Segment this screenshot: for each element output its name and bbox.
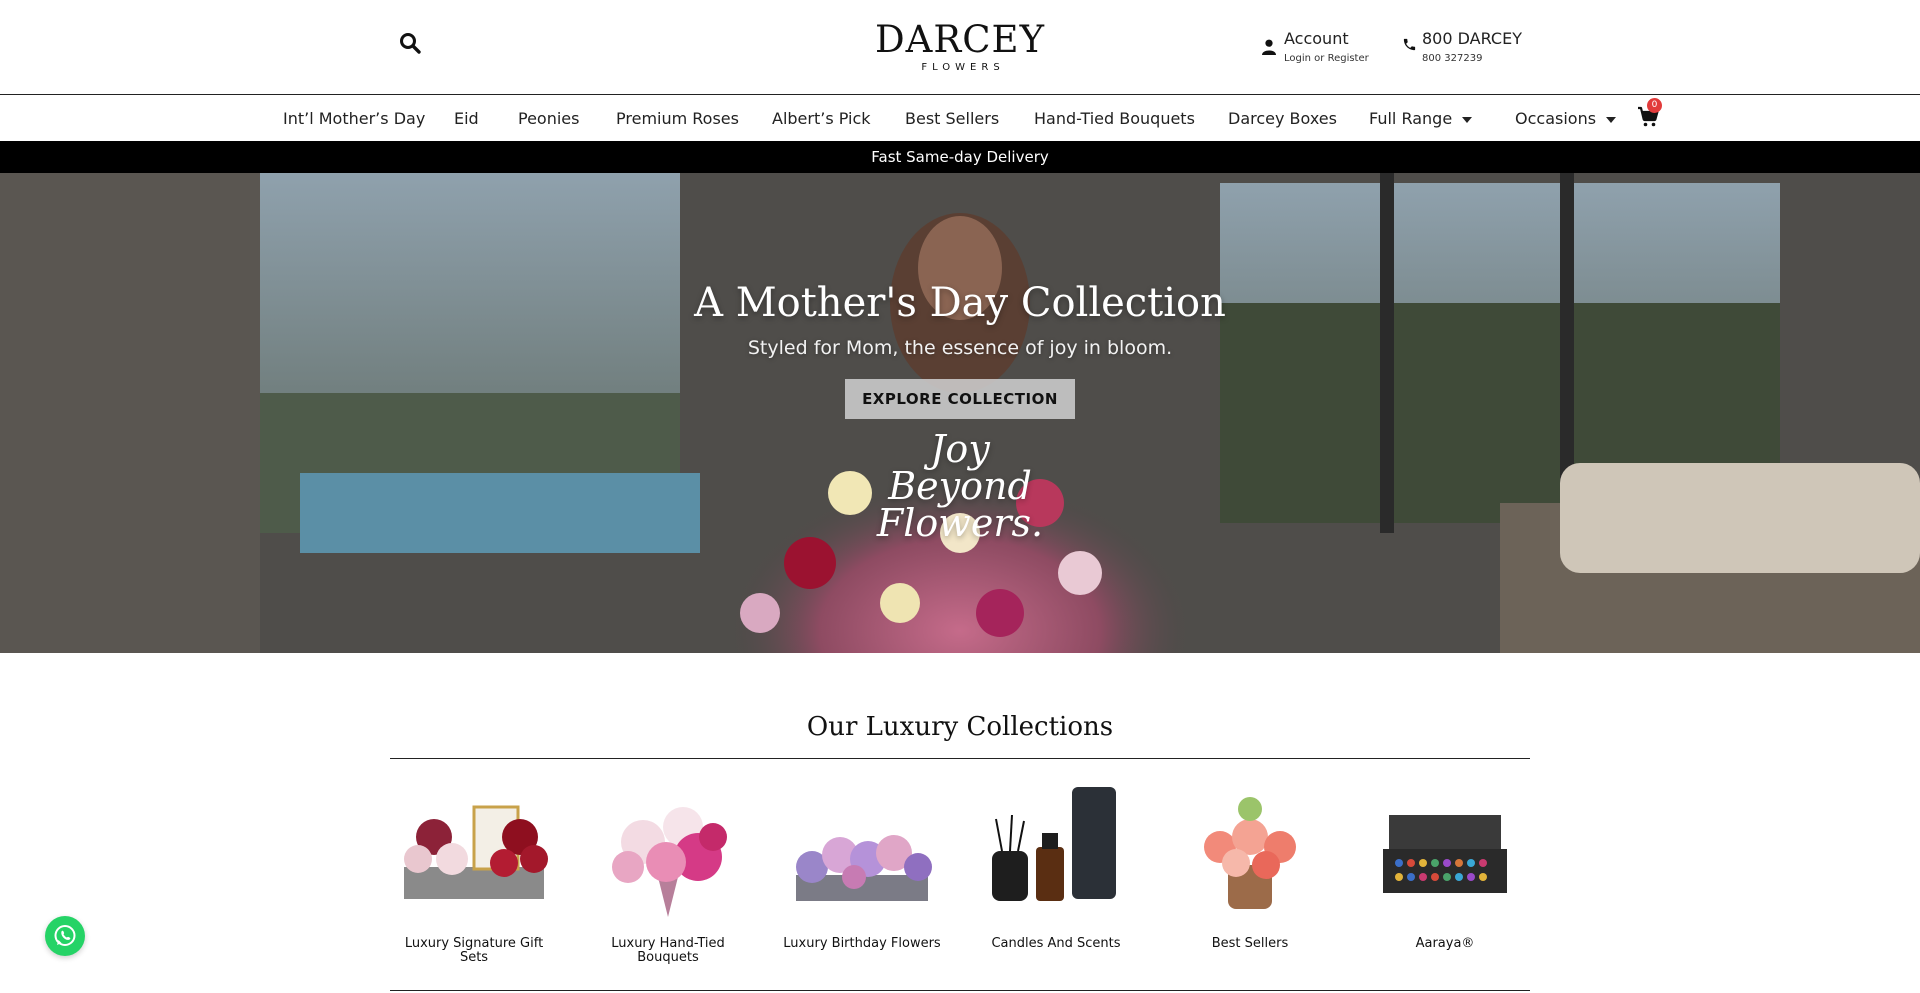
collection-label: Aaraya®: [1415, 936, 1475, 951]
search-icon[interactable]: [398, 31, 422, 55]
nav-item-hand-tied-bouquets[interactable]: Hand-Tied Bouquets: [1034, 108, 1195, 130]
collection-item-candles-and-scents[interactable]: Candles And Scents: [976, 767, 1136, 951]
collection-image: [588, 767, 748, 927]
user-icon: [1262, 39, 1276, 55]
hero-tagline-line-2: Beyond: [888, 464, 1032, 508]
logo-wordmark: DARCEY: [875, 18, 1045, 61]
phone-icon: [1402, 37, 1417, 52]
collection-item-signature-gift-sets[interactable]: Luxury Signature Gift Sets: [394, 767, 554, 965]
account-title: Account: [1284, 29, 1349, 48]
phone-number: 800 327239: [1422, 53, 1483, 64]
collection-label: Luxury Birthday Flowers: [783, 936, 941, 951]
collection-item-birthday-flowers[interactable]: Luxury Birthday Flowers: [782, 767, 942, 951]
collection-label: Candles And Scents: [991, 936, 1121, 951]
collection-image: [1170, 767, 1330, 927]
nav-item-alberts-pick[interactable]: Albert’s Pick: [772, 108, 871, 130]
delivery-banner: Fast Same-day Delivery: [0, 141, 1920, 173]
hero-title: A Mother's Day Collection: [694, 280, 1226, 326]
cart-count-badge: 0: [1647, 98, 1662, 113]
collection-image: [394, 767, 554, 927]
whatsapp-button[interactable]: [45, 916, 85, 956]
hero-tagline-line-3: Flowers.: [876, 501, 1044, 545]
collection-label: Luxury Signature Gift Sets: [404, 936, 544, 965]
nav-item-occasions[interactable]: Occasions: [1515, 108, 1617, 130]
collections-divider-bottom: [390, 990, 1530, 991]
hero-tagline-line-1: Joy: [930, 427, 990, 471]
whatsapp-icon: [54, 925, 76, 946]
collection-image: [976, 767, 1136, 927]
nav-item-full-range[interactable]: Full Range: [1369, 108, 1473, 130]
hero-banner: A Mother's Day Collection Styled for Mom…: [0, 173, 1920, 653]
collection-item-aaraya[interactable]: Aaraya®: [1365, 767, 1525, 951]
hero-tagline: Joy Beyond Flowers.: [860, 427, 1060, 545]
collections-title: Our Luxury Collections: [806, 712, 1114, 742]
logo[interactable]: DARCEY FLOWERS: [860, 18, 1060, 74]
hero-subtitle: Styled for Mom, the essence of joy in bl…: [747, 337, 1173, 359]
nav-item-eid[interactable]: Eid: [454, 108, 479, 130]
nav-item-darcey-boxes[interactable]: Darcey Boxes: [1228, 108, 1337, 130]
nav-item-best-sellers[interactable]: Best Sellers: [905, 108, 999, 130]
explore-collection-button[interactable]: EXPLORE COLLECTION: [845, 379, 1075, 419]
collection-item-hand-tied-bouquets[interactable]: Luxury Hand-Tied Bouquets: [588, 767, 748, 965]
site-header: DARCEY FLOWERS Account Login or Register…: [0, 0, 1920, 95]
chevron-down-icon: [1462, 116, 1473, 123]
collection-label: Luxury Hand-Tied Bouquets: [611, 936, 725, 965]
phone-title: 800 DARCEY: [1422, 29, 1522, 48]
nav-item-full-range-label: Full Range: [1369, 109, 1453, 128]
account-subtitle: Login or Register: [1284, 53, 1369, 64]
nav-item-occasions-label: Occasions: [1515, 109, 1597, 128]
collection-image: [782, 767, 942, 927]
nav-item-peonies[interactable]: Peonies: [518, 108, 579, 130]
main-navigation: Int’l Mother’s Day Eid Peonies Premium R…: [0, 96, 1920, 141]
collection-item-best-sellers[interactable]: Best Sellers: [1170, 767, 1330, 951]
nav-item-premium-roses[interactable]: Premium Roses: [616, 108, 739, 130]
collection-image: [1365, 767, 1525, 927]
logo-subtitle: FLOWERS: [921, 62, 1005, 73]
collection-label: Best Sellers: [1211, 936, 1289, 951]
collections-divider-top: [390, 758, 1530, 759]
chevron-down-icon: [1606, 116, 1617, 123]
nav-item-intl-mothers-day[interactable]: Int’l Mother’s Day: [283, 108, 425, 130]
